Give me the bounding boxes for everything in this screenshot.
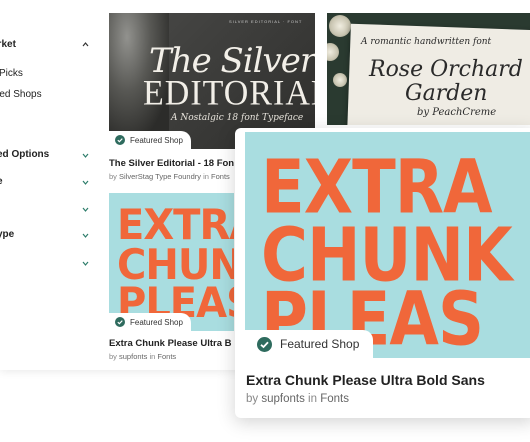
byline-in: in (203, 172, 209, 181)
chevron-down-icon (82, 206, 89, 213)
byline-in: in (308, 393, 317, 405)
product-thumbnail[interactable]: A romantic handwritten font Rose Orchard… (327, 13, 530, 125)
preview-text: A romantic handwritten font (361, 37, 492, 47)
check-badge-icon (115, 135, 125, 145)
flower-decoration (333, 73, 347, 87)
product-byline: by SilverStag Type Foundry in Fonts (109, 172, 230, 181)
check-badge-icon (115, 317, 125, 327)
byline-in: in (149, 352, 156, 361)
product-card[interactable]: EXTRA CHUNK PLEAS Featured Shop Extra Ch… (109, 193, 234, 363)
filter-label: e (0, 176, 3, 187)
shop-link[interactable]: supfonts (119, 352, 147, 361)
flower-decoration (329, 15, 351, 37)
preview-text: SILVER EDITORIAL · FONT (229, 19, 303, 24)
featured-shop-badge: Featured Shop (109, 131, 191, 149)
flower-decoration (327, 43, 339, 61)
check-badge-icon (257, 336, 272, 352)
category-link[interactable]: Fonts (320, 393, 349, 405)
product-byline: by supfonts in Fonts (246, 393, 349, 405)
product-byline: by supfonts in Fonts (109, 352, 176, 361)
shop-link[interactable]: supfonts (261, 393, 304, 405)
chevron-down-icon (82, 260, 89, 267)
preview-text: by PeachCreme (417, 107, 497, 118)
filter-label: ype (0, 228, 15, 240)
product-thumbnail[interactable]: EXTRA CHUNK PLEAS Featured Shop (109, 193, 234, 331)
preview-text: Rose Orchard (369, 57, 523, 82)
preview-text: A Nostalgic 18 font Typeface (171, 113, 304, 123)
filter-sidebar: arket Picks red Shops ed Options e (0, 0, 100, 370)
preview-text: EDITORIAL (143, 74, 315, 113)
filter-option-label: Picks (0, 67, 23, 79)
product-title[interactable]: Extra Chunk Please Ultra Bold Sans (246, 372, 485, 388)
featured-shop-badge: Featured Shop (245, 330, 374, 358)
category-link[interactable]: Fonts (157, 352, 176, 361)
preview-text: Garden (405, 81, 488, 106)
chevron-down-icon (82, 152, 89, 159)
byline-by: by (109, 172, 117, 181)
product-card[interactable]: A romantic handwritten font Rose Orchard… (327, 13, 530, 125)
filter-label: ed Options (0, 148, 50, 160)
category-link[interactable]: Fonts (211, 172, 230, 181)
filter-label: arket (0, 38, 16, 50)
product-title[interactable]: Extra Chunk Please Ultra B (109, 338, 232, 349)
badge-label: Featured Shop (280, 337, 360, 351)
chevron-up-icon (82, 41, 89, 48)
product-title[interactable]: The Silver Editorial - 18 Fon (109, 158, 234, 169)
product-thumbnail[interactable]: EXTRA CHUNK PLEAS Featured Shop (245, 132, 530, 358)
badge-label: Featured Shop (130, 317, 183, 327)
product-card-hover[interactable]: EXTRA CHUNK PLEAS Featured Shop Extra Ch… (235, 128, 530, 418)
badge-label: Featured Shop (130, 135, 183, 145)
chevron-down-icon (82, 232, 89, 239)
chevron-down-icon (82, 179, 89, 186)
featured-shop-badge: Featured Shop (109, 313, 191, 331)
shop-link[interactable]: SilverStag Type Foundry (119, 172, 201, 181)
byline-by: by (246, 393, 259, 405)
filter-option-label: red Shops (0, 88, 42, 100)
byline-by: by (109, 352, 117, 361)
